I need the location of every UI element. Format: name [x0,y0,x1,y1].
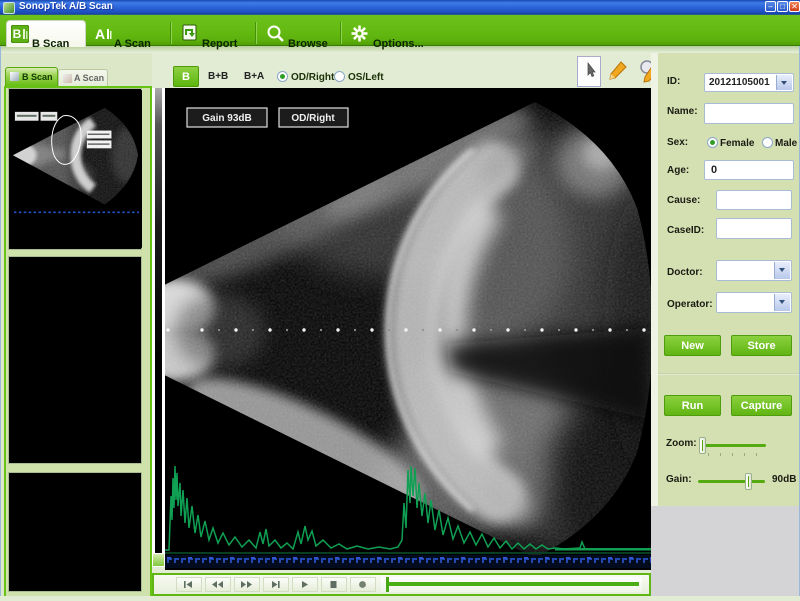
svg-text:B: B [13,27,22,41]
svg-text:OD/Right: OD/Right [291,113,335,124]
svg-text:Gain 93dB: Gain 93dB [202,113,251,124]
svg-text:A: A [95,26,105,42]
